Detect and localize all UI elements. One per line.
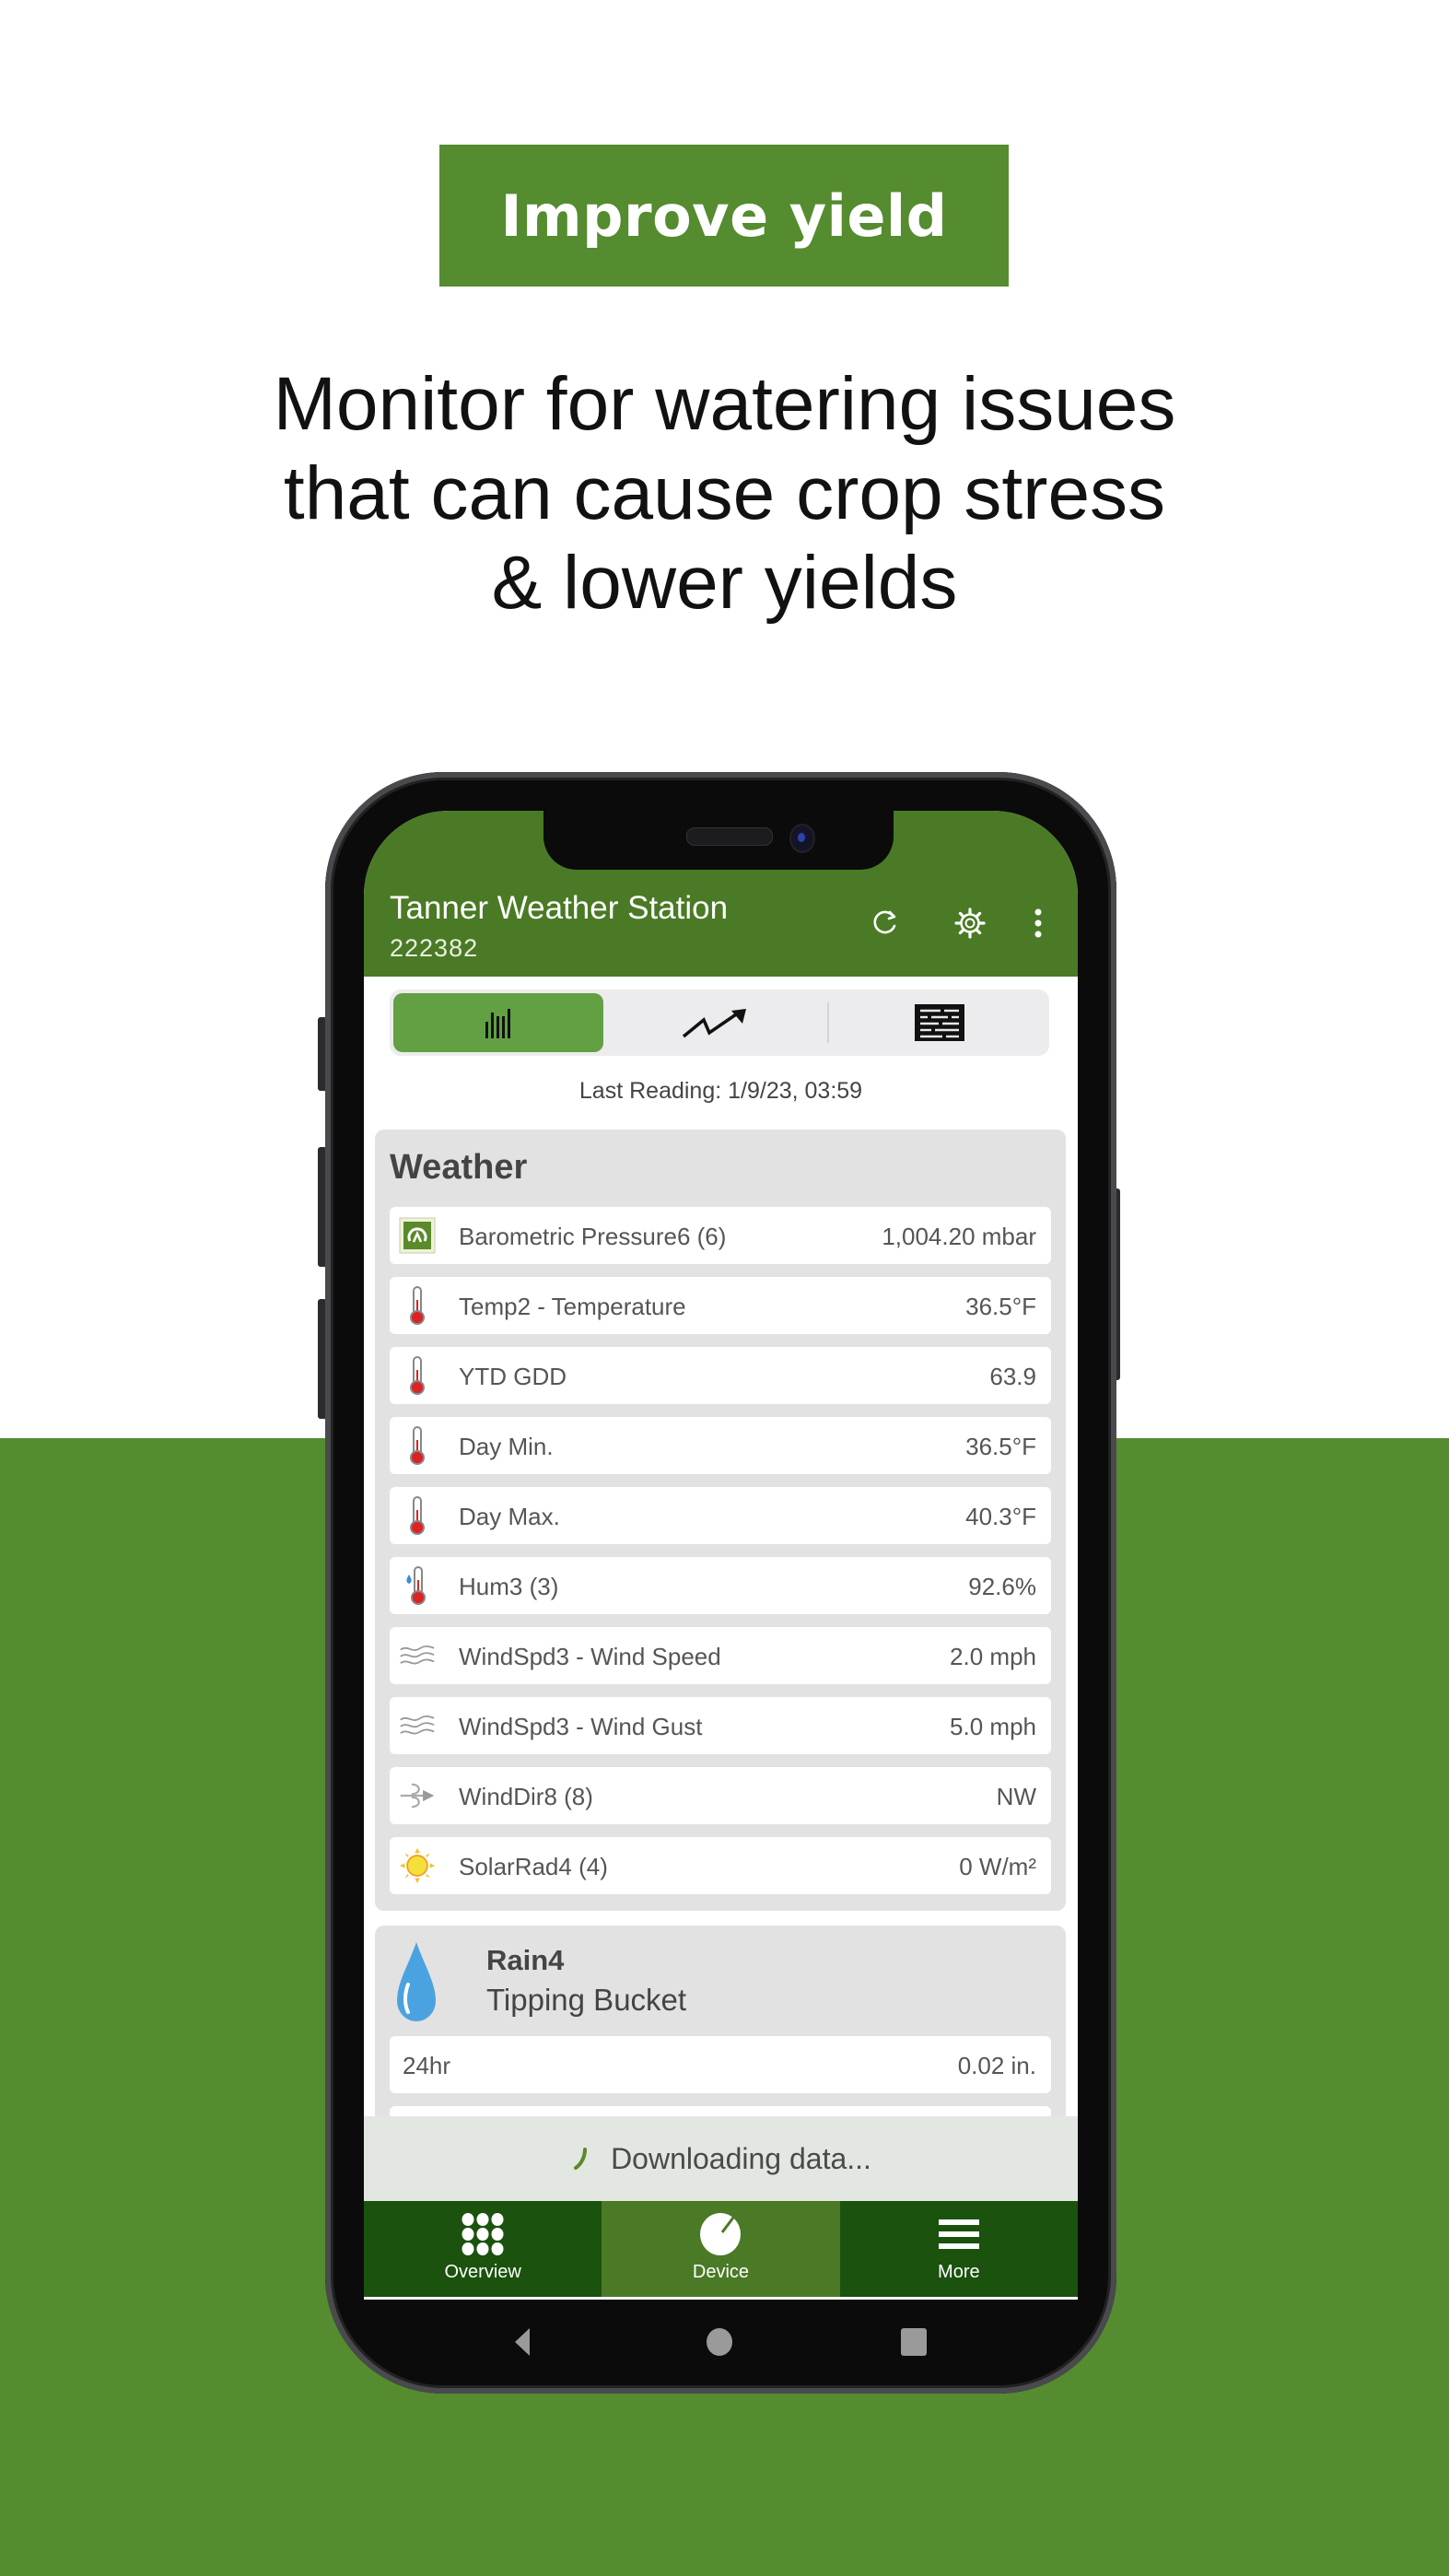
loading-spinner-icon [574,2148,588,2170]
sensor-label: Hum3 (3) [459,1573,559,1600]
gear-icon [954,907,986,939]
back-icon[interactable] [513,2327,532,2357]
last-reading: Last Reading: 1/9/23, 03:59 [578,1078,863,1104]
menu-icon [938,2219,979,2249]
weather-card: Weather Barometric Pressure6 (6) 1,004.2… [375,1130,1066,1911]
sensor-row[interactable]: Day Max. 40.3°F [390,1487,1051,1544]
rain-sensor-subtitle: Tipping Bucket [486,1983,687,2017]
refresh-icon [873,910,896,934]
download-status-bar: Downloading data... [364,2116,1078,2201]
sensor-value: 2.0 mph [950,1643,1036,1670]
bottom-navigation: Overview Device More [364,2201,1078,2297]
camera [789,824,815,853]
rain-row[interactable]: 24hr 0.02 in. [390,2036,1051,2093]
thermometer-icon [399,1496,436,1535]
sensor-row[interactable]: Day Min. 36.5°F [390,1417,1051,1474]
phone-frame: Tanner Weather Station 222382 Last Readi… [325,772,1116,2394]
sensor-value: 40.3°F [965,1503,1036,1530]
sensor-label: Temp2 - Temperature [459,1293,686,1320]
subtitle-line: & lower yields [491,541,958,625]
subtitle-line: Monitor for watering issues [273,362,1176,446]
refresh-button[interactable] [865,903,906,943]
sensor-row[interactable]: SolarRad4 (4) 0 W/m² [390,1837,1051,1894]
gauge-icon [700,2213,742,2255]
nav-overview[interactable]: Overview [364,2201,602,2297]
station-id: 222382 [390,934,479,962]
segment-divider [827,1002,829,1043]
sensor-label: Barometric Pressure6 (6) [459,1223,727,1250]
raindrop-icon [395,1940,438,2030]
system-navigation-bar [364,2298,1078,2394]
sensor-row[interactable]: WindSpd3 - Wind Speed 2.0 mph [390,1627,1051,1684]
speaker [686,827,773,846]
recents-icon[interactable] [900,2327,928,2357]
wind-direction-icon [399,1776,436,1815]
download-status-text: Downloading data... [611,2141,871,2175]
sensor-row[interactable]: WindDir8 (8) NW [390,1767,1051,1824]
sensor-value: 5.0 mph [950,1713,1036,1740]
nav-device[interactable]: Device [602,2201,840,2297]
sensor-value: 63.9 [989,1363,1036,1390]
nav-label: More [938,2262,980,2282]
thermometer-icon [399,1286,436,1325]
sensor-label: Day Min. [459,1433,554,1460]
nav-label: Device [692,2262,750,2282]
trend-arrow-icon [682,1009,746,1038]
sensor-label: WindDir8 (8) [459,1783,593,1810]
nav-more[interactable]: More [840,2201,1078,2297]
sensor-value: NW [996,1783,1036,1810]
settings-button[interactable] [950,903,990,943]
sensor-label: SolarRad4 (4) [459,1853,608,1880]
grid-dots-icon [462,2213,504,2255]
station-title: Tanner Weather Station [390,890,729,926]
humidity-icon [399,1566,436,1605]
sensor-value: 36.5°F [965,1433,1036,1460]
sensor-row[interactable]: Temp2 - Temperature 36.5°F [390,1277,1051,1334]
sensor-row[interactable]: Barometric Pressure6 (6) 1,004.20 mbar [390,1207,1051,1264]
sun-icon [399,1846,436,1885]
tab-current-readings[interactable] [393,993,603,1052]
sensor-value: 36.5°F [965,1293,1036,1320]
promo-badge-label: Improve yield [500,181,948,250]
sensor-value: 0 W/m² [959,1853,1036,1880]
more-options-button[interactable] [1018,903,1058,943]
tab-graph[interactable] [611,993,821,1052]
sensor-row[interactable]: Hum3 (3) 92.6% [390,1557,1051,1614]
weather-title: Weather [390,1148,528,1187]
more-vertical-icon [1034,908,1042,938]
wind-icon [399,1636,436,1675]
sensor-label: YTD GDD [459,1363,567,1390]
promo-subtitle: Monitor for watering issues that can cau… [0,359,1449,627]
wind-icon [399,1706,436,1745]
phone-screen: Tanner Weather Station 222382 Last Readi… [364,811,1078,2300]
subtitle-line: that can cause crop stress [283,451,1166,535]
view-segment-control [390,989,1049,1056]
sensor-label: WindSpd3 - Wind Gust [459,1713,703,1740]
rain-sensor-title: Rain4 [486,1944,565,1976]
sensor-row[interactable]: WindSpd3 - Wind Gust 5.0 mph [390,1697,1051,1754]
thermometer-icon [399,1426,436,1465]
tab-table[interactable] [834,993,1046,1052]
sensor-label: Day Max. [459,1503,560,1530]
barometer-icon [399,1216,436,1255]
bar-chart-icon [485,1009,510,1038]
thermometer-icon [399,1356,436,1395]
nav-label: Overview [444,2262,521,2282]
sensor-value: 92.6% [968,1573,1036,1600]
home-icon[interactable] [706,2327,733,2357]
sensor-row[interactable]: YTD GDD 63.9 [390,1347,1051,1404]
table-list-icon [915,1004,964,1041]
sensor-value: 1,004.20 mbar [882,1223,1036,1250]
sensor-label: WindSpd3 - Wind Speed [459,1643,721,1670]
rain-value: 0.02 in. [957,2052,1036,2079]
promo-badge: Improve yield [439,145,1009,287]
rain-period-label: 24hr [403,2052,451,2079]
